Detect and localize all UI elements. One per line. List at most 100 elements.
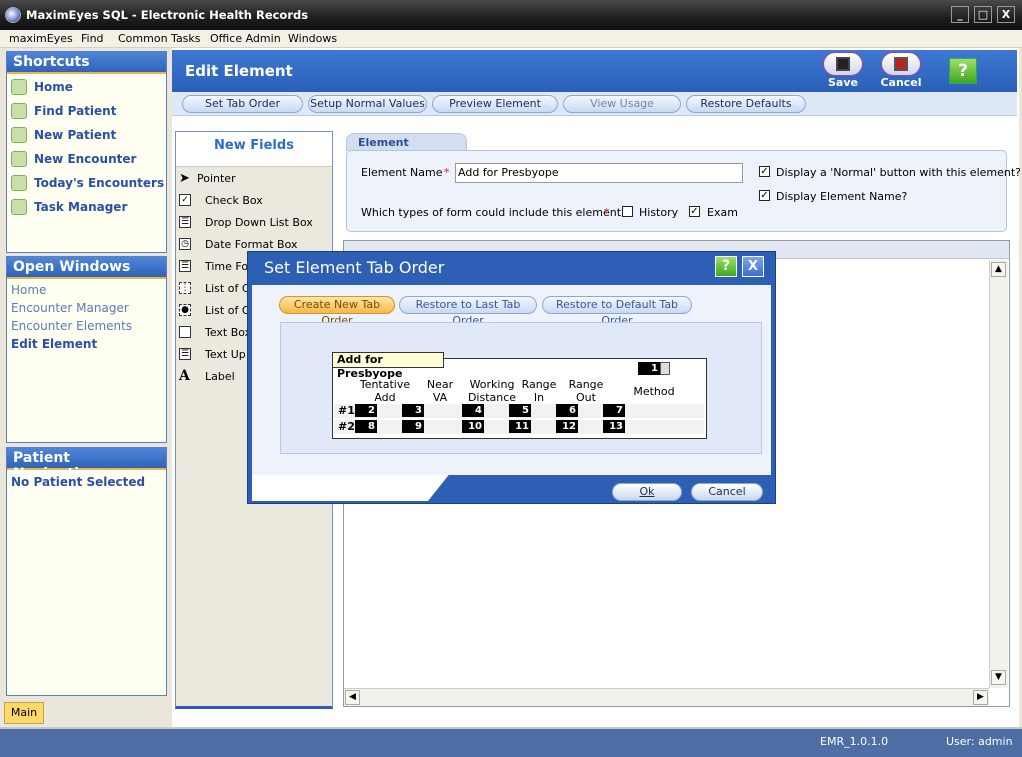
scroll-up-icon[interactable]: ▲ <box>991 262 1006 277</box>
save-button[interactable]: Save <box>820 52 866 89</box>
menu-maximeyes[interactable]: maximEyes <box>9 32 73 45</box>
user-label: User: admin <box>946 735 1013 748</box>
pencil-icon <box>660 362 670 375</box>
cancel-button[interactable]: Cancel <box>878 52 924 89</box>
option-list-icon: ● <box>179 304 191 316</box>
cancel-icon <box>881 52 921 76</box>
shortcuts-panel: Shortcuts Home Find Patient New Patient … <box>6 51 167 253</box>
label-icon: A <box>179 368 190 384</box>
shortcuts-title: Shortcuts <box>7 52 166 74</box>
restore-default-tab-order-button[interactable]: Restore to Default Tab Order <box>542 296 692 327</box>
help-button[interactable]: ? <box>949 58 977 84</box>
dialog-help-icon[interactable]: ? <box>715 256 737 277</box>
display-name-label: Display Element Name? <box>776 190 908 203</box>
dialog-title: Set Element Tab Order <box>264 258 445 277</box>
dialog-close-icon[interactable]: X <box>742 256 764 277</box>
tab-number-r2-c6[interactable]: 13 <box>603 420 625 433</box>
vertical-scrollbar[interactable]: ▲ ▼ <box>989 260 1008 688</box>
preview-element-button[interactable]: Preview Element <box>432 95 558 113</box>
date-icon: ◷ <box>179 238 191 250</box>
shortcut-new-encounter[interactable]: New Encounter <box>11 149 136 169</box>
new-patient-icon <box>11 127 27 143</box>
set-tab-order-button[interactable]: Set Tab Order <box>182 95 303 113</box>
exam-checkbox[interactable]: ✓ <box>689 206 700 217</box>
edit-toolbar: Set Tab Order Setup Normal Values Previe… <box>172 92 1017 116</box>
display-normal-checkbox[interactable]: ✓ <box>759 166 770 177</box>
tab-number-r2-c3[interactable]: 10 <box>462 420 484 433</box>
dropdown-list-icon: ☰ <box>179 216 191 228</box>
shortcut-new-patient[interactable]: New Patient <box>11 125 116 145</box>
restore-defaults-button[interactable]: Restore Defaults <box>686 95 806 113</box>
open-window-encounter-elements[interactable]: Encounter Elements <box>11 319 132 333</box>
tab-main[interactable]: Main <box>4 702 44 724</box>
patient-status: No Patient Selected <box>11 475 146 489</box>
app-title: MaximEyes SQL - Electronic Health Record… <box>26 8 309 22</box>
field-drop-down[interactable]: ☰ Drop Down List Box <box>179 213 313 231</box>
tab-number-r2-c2[interactable]: 9 <box>402 420 424 433</box>
checkbox-icon: ✓ <box>179 194 191 206</box>
floppy-disk-icon <box>823 52 863 76</box>
patient-navigation-title: Patient Navigation <box>7 448 166 482</box>
task-manager-icon <box>11 199 27 215</box>
close-window-button[interactable]: X <box>997 6 1015 23</box>
restore-last-tab-order-button[interactable]: Restore to Last Tab Order <box>399 296 537 327</box>
tab-number-r2-c4[interactable]: 11 <box>509 420 531 433</box>
display-name-checkbox[interactable]: ✓ <box>759 190 770 201</box>
tab-number-r1-c1[interactable]: 2 <box>355 404 377 417</box>
horizontal-scrollbar[interactable]: ◀ ▶ <box>344 688 989 706</box>
shortcut-todays-encounters[interactable]: Today's Encounters <box>11 173 164 193</box>
time-icon: ☰ <box>179 260 191 272</box>
open-window-encounter-manager[interactable]: Encounter Manager <box>11 301 129 315</box>
set-tab-order-dialog: Set Element Tab Order ? X Create New Tab… <box>247 251 776 504</box>
menu-bar: maximEyes Find Common Tasks Office Admin… <box>0 30 1022 48</box>
app-logo-icon <box>5 7 21 23</box>
create-new-tab-order-button[interactable]: Create New Tab Order <box>279 296 395 327</box>
menu-find[interactable]: Find <box>81 32 104 45</box>
menu-windows[interactable]: Windows <box>288 32 337 45</box>
field-label[interactable]: A Label <box>179 367 235 385</box>
shortcut-find-patient[interactable]: Find Patient <box>11 101 116 121</box>
history-checkbox[interactable] <box>622 206 633 217</box>
tab-number-r1-c6[interactable]: 7 <box>603 404 625 417</box>
field-text-box[interactable]: Text Box <box>179 323 251 341</box>
minimize-button[interactable]: _ <box>951 6 969 23</box>
tab-number-r1-c5[interactable]: 6 <box>556 404 578 417</box>
version-label: EMR_1.0.1.0 <box>820 735 889 748</box>
form-types-label: Which types of form could include this e… <box>361 206 627 219</box>
pointer-icon: ➤ <box>179 170 190 186</box>
field-time-format[interactable]: ☰ Time For <box>179 257 253 275</box>
element-details-tab: Element Details <box>346 133 467 162</box>
field-text-up[interactable]: ☰ Text Up <box>179 345 246 363</box>
display-normal-label: Display a 'Normal' button with this elem… <box>776 166 1022 179</box>
new-fields-title: New Fields <box>176 132 332 167</box>
element-name-input[interactable]: Add for Presbyope <box>455 163 743 183</box>
view-usage-button[interactable]: View Usage <box>563 95 681 113</box>
dialog-cancel-button[interactable]: Cancel <box>691 483 763 501</box>
open-window-home[interactable]: Home <box>11 283 46 297</box>
setup-normal-values-button[interactable]: Setup Normal Values <box>308 95 427 113</box>
tab-number-r2-c5[interactable]: 12 <box>556 420 578 433</box>
tab-number-r1-c4[interactable]: 5 <box>509 404 531 417</box>
method-tab-number[interactable]: 1 <box>638 362 660 375</box>
field-pointer[interactable]: ➤ Pointer <box>179 169 236 187</box>
scroll-down-icon[interactable]: ▼ <box>991 670 1006 685</box>
tab-number-r2-c1[interactable]: 8 <box>355 420 377 433</box>
page-title: Edit Element <box>185 62 293 80</box>
open-window-edit-element[interactable]: Edit Element <box>11 337 97 351</box>
tab-number-r1-c3[interactable]: 4 <box>462 404 484 417</box>
tab-number-r1-c2[interactable]: 3 <box>402 404 424 417</box>
scroll-right-icon[interactable]: ▶ <box>973 690 988 705</box>
patient-navigation-panel: Patient Navigation No Patient Selected <box>6 447 167 696</box>
maximize-button[interactable]: □ <box>974 6 992 23</box>
menu-common-tasks[interactable]: Common Tasks <box>118 32 201 45</box>
menu-office-admin[interactable]: Office Admin <box>210 32 281 45</box>
field-list-checkboxes[interactable]: ⋮ List of Ch <box>179 279 256 297</box>
field-list-options[interactable]: ● List of Op <box>179 301 257 319</box>
shortcut-task-manager[interactable]: Task Manager <box>11 197 127 217</box>
field-check-box[interactable]: ✓ Check Box <box>179 191 263 209</box>
title-bar: MaximEyes SQL - Electronic Health Record… <box>0 0 1022 30</box>
history-label: History <box>639 206 679 219</box>
ok-button[interactable]: Ok <box>612 483 682 501</box>
shortcut-home[interactable]: Home <box>11 77 73 97</box>
scroll-left-icon[interactable]: ◀ <box>345 690 360 705</box>
